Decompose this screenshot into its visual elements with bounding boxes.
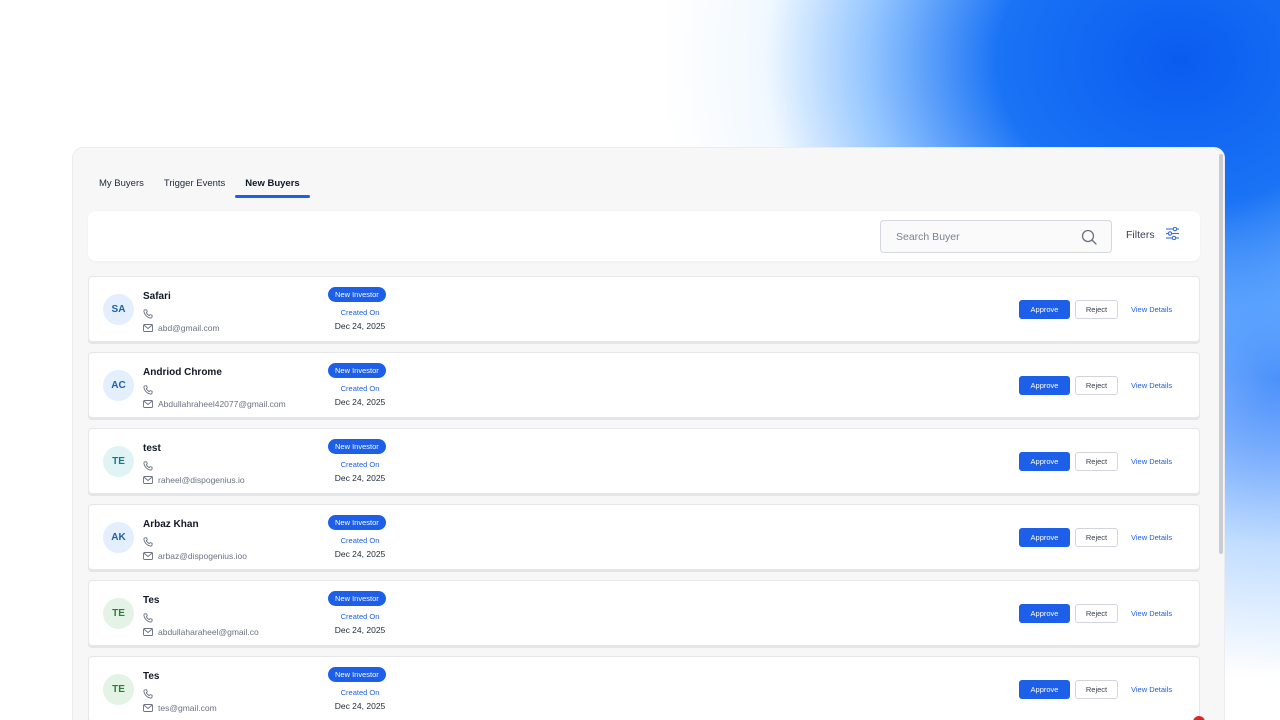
buyer-name: Arbaz Khan xyxy=(143,519,199,530)
email-line: abd@gmail.com xyxy=(143,319,220,337)
reject-button[interactable]: Reject xyxy=(1075,300,1118,319)
scrollbar[interactable] xyxy=(1218,154,1224,714)
view-details-link[interactable]: View Details xyxy=(1131,305,1172,314)
avatar-initials: TE xyxy=(112,608,125,619)
reject-button[interactable]: Reject xyxy=(1075,376,1118,395)
buyer-name: Tes xyxy=(143,595,160,606)
scrollbar-thumb[interactable] xyxy=(1219,154,1223,554)
avatar: SA xyxy=(103,294,134,325)
buyers-panel: My Buyers Trigger Events New Buyers Filt… xyxy=(73,148,1224,720)
buyer-row: TE Tes tes@gmail.com New Investor Create… xyxy=(88,656,1200,720)
reject-button[interactable]: Reject xyxy=(1075,604,1118,623)
buyer-name: test xyxy=(143,443,161,454)
buyer-row: TE test raheel@dispogenius.io New Invest… xyxy=(88,428,1200,494)
avatar-initials: TE xyxy=(112,456,125,467)
buyer-email: raheel@dispogenius.io xyxy=(158,475,245,485)
buyer-name: Safari xyxy=(143,291,171,302)
email-line: arbaz@dispogenius.ioo xyxy=(143,547,247,565)
approve-button[interactable]: Approve xyxy=(1019,604,1070,623)
view-details-link[interactable]: View Details xyxy=(1131,381,1172,390)
created-date: Dec 24, 2025 xyxy=(334,625,386,635)
created-on-label: Created On xyxy=(340,688,380,697)
avatar: AC xyxy=(103,370,134,401)
reject-button[interactable]: Reject xyxy=(1075,680,1118,699)
mail-icon xyxy=(143,699,153,717)
sliders-icon xyxy=(1165,226,1180,243)
buyer-email: arbaz@dispogenius.ioo xyxy=(158,551,247,561)
approve-button[interactable]: Approve xyxy=(1019,680,1070,699)
buyer-email: Abdullahraheel42077@gmail.com xyxy=(158,399,286,409)
created-on-label: Created On xyxy=(340,308,380,317)
email-line: Abdullahraheel42077@gmail.com xyxy=(143,395,286,413)
approve-button[interactable]: Approve xyxy=(1019,528,1070,547)
search-icon[interactable] xyxy=(1081,229,1097,250)
filters-button[interactable]: Filters xyxy=(1126,226,1180,243)
tab-my-buyers[interactable]: My Buyers xyxy=(89,174,154,198)
buyer-email: abdullaharaheel@gmail.co xyxy=(158,627,259,637)
status-badge: New Investor xyxy=(328,363,386,378)
avatar: TE xyxy=(103,446,134,477)
created-date: Dec 24, 2025 xyxy=(334,701,386,711)
view-details-link[interactable]: View Details xyxy=(1131,457,1172,466)
search-box xyxy=(880,220,1112,253)
created-on-label: Created On xyxy=(340,460,380,469)
created-on-label: Created On xyxy=(340,612,380,621)
avatar: TE xyxy=(103,674,134,705)
view-details-link[interactable]: View Details xyxy=(1131,533,1172,542)
created-date: Dec 24, 2025 xyxy=(334,549,386,559)
mail-icon xyxy=(143,623,153,641)
email-line: tes@gmail.com xyxy=(143,699,217,717)
status-badge: New Investor xyxy=(328,515,386,530)
buyer-row: AC Andriod Chrome Abdullahraheel42077@gm… xyxy=(88,352,1200,418)
buyer-name: Andriod Chrome xyxy=(143,367,222,378)
created-date: Dec 24, 2025 xyxy=(334,397,386,407)
reject-button[interactable]: Reject xyxy=(1075,452,1118,471)
created-on-label: Created On xyxy=(340,384,380,393)
avatar: TE xyxy=(103,598,134,629)
avatar-initials: SA xyxy=(111,304,126,315)
avatar-initials: AC xyxy=(111,380,126,391)
view-details-link[interactable]: View Details xyxy=(1131,609,1172,618)
avatar-initials: AK xyxy=(111,532,126,543)
mail-icon xyxy=(143,395,153,413)
buyer-row: SA Safari abd@gmail.com New Investor Cre… xyxy=(88,276,1200,342)
search-input[interactable] xyxy=(881,221,1071,252)
tab-bar: My Buyers Trigger Events New Buyers xyxy=(89,174,311,198)
filters-label: Filters xyxy=(1126,229,1155,241)
approve-button[interactable]: Approve xyxy=(1019,300,1070,319)
email-line: abdullaharaheel@gmail.co xyxy=(143,623,259,641)
buyer-name: Tes xyxy=(143,671,160,682)
tab-new-buyers[interactable]: New Buyers xyxy=(235,174,311,198)
buyer-row: AK Arbaz Khan arbaz@dispogenius.ioo New … xyxy=(88,504,1200,570)
tab-trigger-events[interactable]: Trigger Events xyxy=(154,174,235,198)
mail-icon xyxy=(143,471,153,489)
mail-icon xyxy=(143,547,153,565)
buyer-row: TE Tes abdullaharaheel@gmail.co New Inve… xyxy=(88,580,1200,646)
approve-button[interactable]: Approve xyxy=(1019,376,1070,395)
created-date: Dec 24, 2025 xyxy=(334,473,386,483)
avatar-initials: TE xyxy=(112,684,125,695)
reject-button[interactable]: Reject xyxy=(1075,528,1118,547)
status-badge: New Investor xyxy=(328,667,386,682)
status-badge: New Investor xyxy=(328,439,386,454)
status-badge: New Investor xyxy=(328,287,386,302)
avatar: AK xyxy=(103,522,134,553)
toolbar: Filters xyxy=(88,211,1200,261)
created-date: Dec 24, 2025 xyxy=(334,321,386,331)
buyer-email: tes@gmail.com xyxy=(158,703,217,713)
email-line: raheel@dispogenius.io xyxy=(143,471,245,489)
created-on-label: Created On xyxy=(340,536,380,545)
mail-icon xyxy=(143,319,153,337)
view-details-link[interactable]: View Details xyxy=(1131,685,1172,694)
buyer-email: abd@gmail.com xyxy=(158,323,220,333)
buyer-list: SA Safari abd@gmail.com New Investor Cre… xyxy=(88,276,1200,720)
approve-button[interactable]: Approve xyxy=(1019,452,1070,471)
status-badge: New Investor xyxy=(328,591,386,606)
